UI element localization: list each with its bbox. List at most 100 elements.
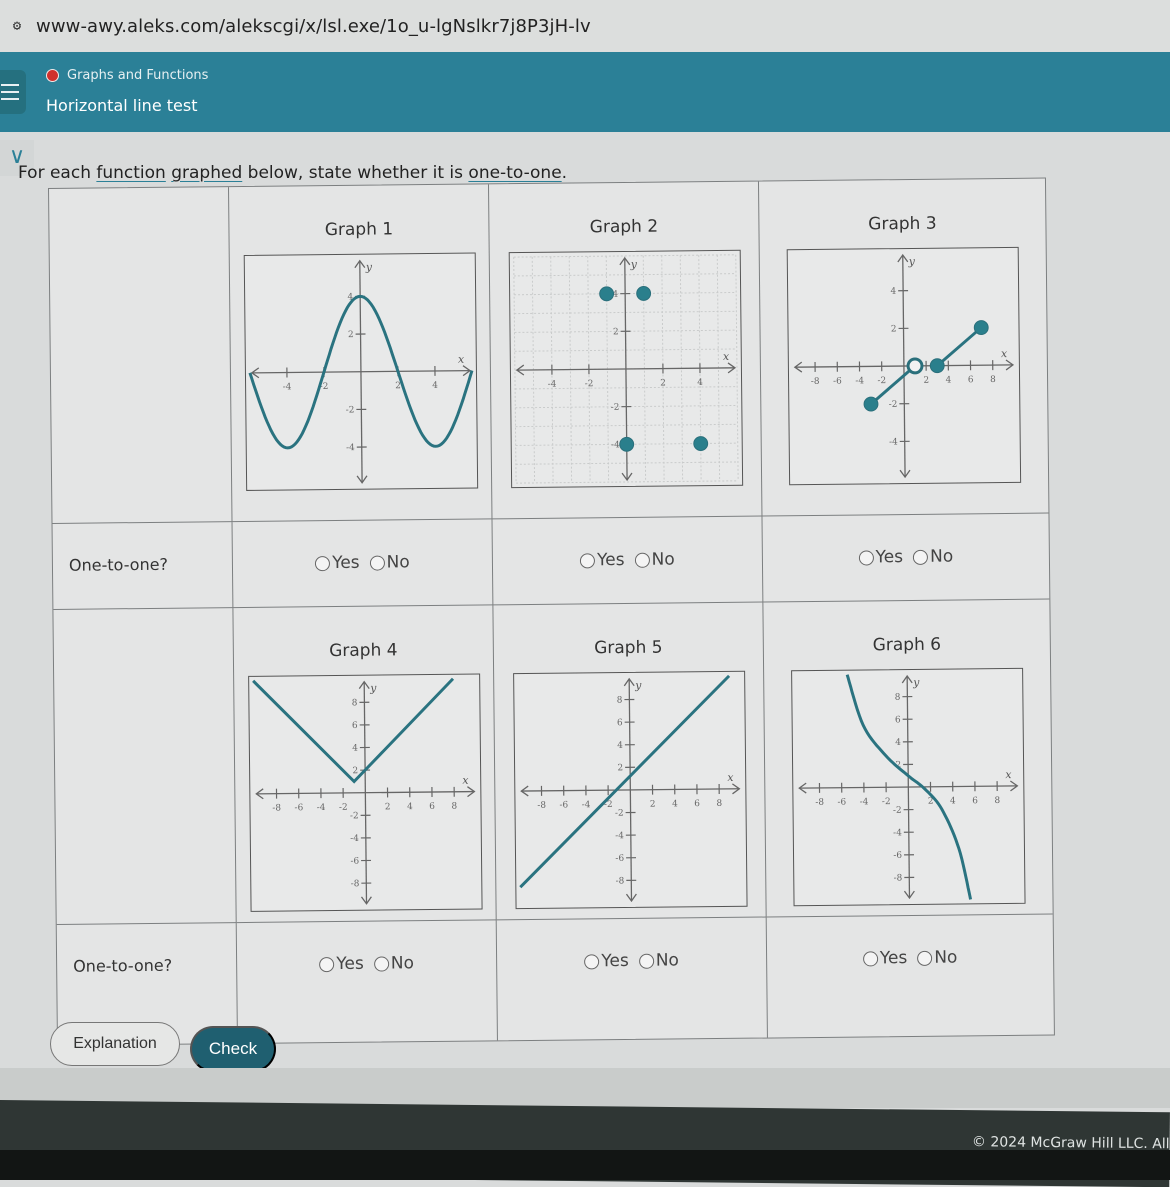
radio-circle-icon[interactable] xyxy=(863,951,878,966)
radio-no-3[interactable]: No xyxy=(913,547,953,567)
function-link[interactable]: function xyxy=(96,163,165,183)
radio-group-4: Yes No xyxy=(319,953,414,974)
radio-circle-icon[interactable] xyxy=(913,549,928,564)
radio-label: No xyxy=(651,549,674,569)
radio-circle-icon[interactable] xyxy=(859,550,874,565)
x-tick-label: 6 xyxy=(968,375,974,385)
open-point xyxy=(908,359,922,373)
radio-yes-4[interactable]: Yes xyxy=(319,954,364,974)
hamburger-line xyxy=(1,98,19,100)
radio-label: Yes xyxy=(880,948,908,968)
x-axis-label: x xyxy=(1001,347,1007,360)
radio-circle-icon[interactable] xyxy=(315,556,330,571)
radio-circle-icon[interactable] xyxy=(917,950,932,965)
x-tick-label: -4 xyxy=(282,382,291,392)
browser-address-bar[interactable]: ⚙ www-awy.aleks.com/alekscgi/x/lsl.exe/1… xyxy=(0,0,1170,52)
x-axis-label: x xyxy=(457,353,463,366)
x-tick-label: -4 xyxy=(316,803,325,813)
radio-yes-1[interactable]: Yes xyxy=(315,553,360,573)
x-axis-label: x xyxy=(722,350,728,363)
x-tick-label: -8 xyxy=(272,803,281,813)
radio-no-1[interactable]: No xyxy=(369,552,409,572)
radio-no-6[interactable]: No xyxy=(917,948,957,968)
radio-label: Yes xyxy=(332,553,360,573)
closed-point xyxy=(619,437,633,451)
radio-circle-icon[interactable] xyxy=(639,953,654,968)
radio-circle-icon[interactable] xyxy=(584,954,599,969)
radio-yes-3[interactable]: Yes xyxy=(859,547,904,567)
radio-group-5: Yes No xyxy=(584,950,679,971)
radio-group-2: Yes No xyxy=(580,549,675,570)
y-tick-label: 6 xyxy=(895,715,901,725)
x-tick-label: -6 xyxy=(559,800,568,810)
graph-2-svg: xy-4-224-4-224 xyxy=(509,251,741,487)
y-axis-label: y xyxy=(629,258,637,271)
graphed-link[interactable]: graphed xyxy=(171,163,242,183)
y-tick-label: -8 xyxy=(615,876,624,886)
graph-title: Graph 2 xyxy=(590,217,659,238)
menu-button[interactable] xyxy=(0,70,26,114)
page-title: Horizontal line test xyxy=(46,96,197,115)
graph-title: Graph 3 xyxy=(868,214,937,235)
x-axis-label: x xyxy=(462,774,468,787)
closed-point xyxy=(864,397,878,411)
graph-1-svg: xy-4-224-4-224 xyxy=(244,254,476,490)
graph-4-svg: xy-8-6-4-22468-8-6-4-22468 xyxy=(249,675,481,911)
radio-circle-icon[interactable] xyxy=(374,956,389,971)
graph-cell-1: Graph 1 xy-4-224-4-224 xyxy=(229,184,492,522)
graph-6-svg: xy-8-6-4-22468-8-6-4-22468 xyxy=(792,669,1024,905)
y-tick-label: 2 xyxy=(352,766,358,776)
x-tick-label: 2 xyxy=(649,800,655,810)
y-axis-label: y xyxy=(369,681,377,694)
x-axis-label: x xyxy=(1005,768,1011,781)
y-tick-label: -2 xyxy=(345,405,354,415)
radio-yes-2[interactable]: Yes xyxy=(580,550,625,570)
y-tick-label: 2 xyxy=(347,330,353,340)
graph-cell-5: Graph 5 xy-8-6-4-22468-8-6-4-22468 xyxy=(493,603,766,921)
radio-circle-icon[interactable] xyxy=(370,555,385,570)
check-button[interactable]: Check xyxy=(190,1026,276,1072)
x-axis-label: x xyxy=(727,771,733,784)
radio-no-5[interactable]: No xyxy=(639,950,679,970)
tune-icon[interactable]: ⚙ xyxy=(6,15,28,37)
graph-title: Graph 1 xyxy=(325,219,394,240)
radio-circle-icon[interactable] xyxy=(635,552,650,567)
y-tick-label: 6 xyxy=(616,718,622,728)
x-tick-label: -6 xyxy=(294,803,303,813)
explanation-button[interactable]: Explanation xyxy=(50,1022,180,1066)
y-tick-label: -2 xyxy=(889,400,898,410)
radio-circle-icon[interactable] xyxy=(580,553,595,568)
graph-3: xy-8-6-4-22468-4-224 xyxy=(787,247,1021,485)
y-tick-label: -6 xyxy=(893,851,902,861)
y-tick-label: 2 xyxy=(612,327,618,337)
radio-yes-6[interactable]: Yes xyxy=(863,948,908,968)
y-axis-label: y xyxy=(912,676,920,689)
radio-label: Yes xyxy=(601,951,629,971)
graph-5: xy-8-6-4-22468-8-6-4-22468 xyxy=(513,671,747,909)
radio-no-2[interactable]: No xyxy=(634,549,674,569)
y-tick-label: -2 xyxy=(614,809,623,819)
graph-4: xy-8-6-4-22468-8-6-4-22468 xyxy=(248,674,482,912)
radio-label: Yes xyxy=(336,954,364,974)
url-text[interactable]: www-awy.aleks.com/alekscgi/x/lsl.exe/1o_… xyxy=(36,16,591,37)
x-tick-label: -2 xyxy=(338,803,347,813)
x-tick-label: -4 xyxy=(855,376,864,386)
y-tick-label: 8 xyxy=(616,696,622,706)
y-tick-label: 4 xyxy=(617,741,623,751)
radio-no-4[interactable]: No xyxy=(374,953,414,973)
x-tick-label: 8 xyxy=(451,802,457,812)
topic-label: Graphs and Functions xyxy=(67,68,208,83)
screen-bezel xyxy=(0,1150,1170,1180)
one-to-one-link[interactable]: one-to-one xyxy=(468,163,561,183)
radio-label: Yes xyxy=(597,550,625,570)
x-tick-label: 4 xyxy=(946,375,952,385)
x-tick-label: -6 xyxy=(837,798,846,808)
y-tick-label: 6 xyxy=(351,721,357,731)
graph-2: xy-4-224-4-224 xyxy=(508,250,742,488)
x-tick-label: -6 xyxy=(833,377,842,387)
radio-yes-5[interactable]: Yes xyxy=(584,951,629,971)
radio-circle-icon[interactable] xyxy=(319,957,334,972)
y-tick-label: -8 xyxy=(350,879,359,889)
x-tick-label: -2 xyxy=(882,797,891,807)
graph-title: Graph 5 xyxy=(594,638,663,659)
